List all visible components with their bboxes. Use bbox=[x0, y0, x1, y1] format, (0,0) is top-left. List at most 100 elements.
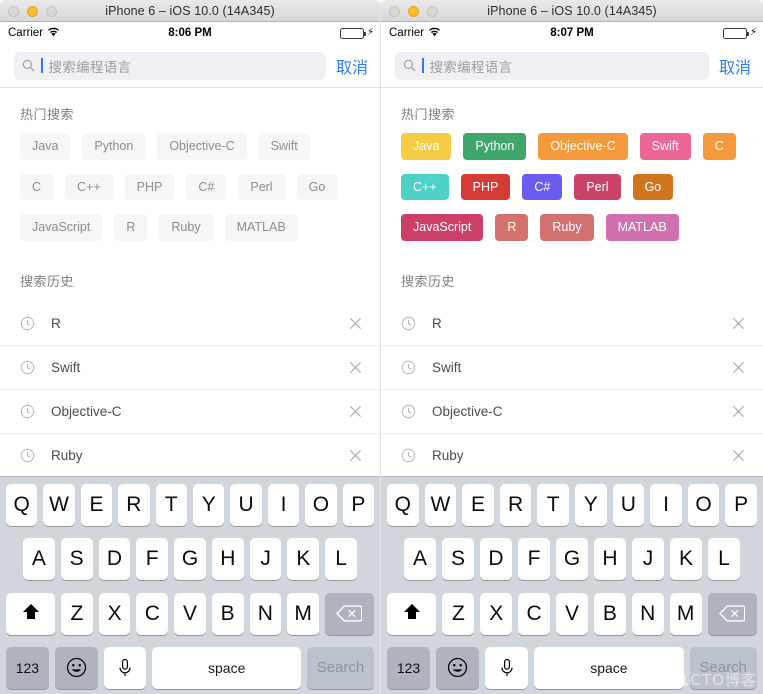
hot-tag[interactable]: JavaScript bbox=[20, 214, 103, 241]
key-M[interactable]: M bbox=[669, 592, 702, 635]
hot-tag[interactable]: Python bbox=[82, 133, 146, 160]
key-P[interactable]: P bbox=[725, 484, 757, 526]
key-B[interactable]: B bbox=[593, 592, 626, 635]
key-W[interactable]: W bbox=[43, 484, 75, 526]
hot-tag[interactable]: C# bbox=[522, 173, 563, 200]
key-X[interactable]: X bbox=[98, 592, 131, 635]
key-S[interactable]: S bbox=[60, 538, 93, 581]
key-G[interactable]: G bbox=[174, 538, 206, 581]
close-icon[interactable] bbox=[349, 405, 362, 418]
key-N[interactable]: N bbox=[631, 592, 664, 635]
cancel-button[interactable]: 取消 bbox=[336, 54, 368, 78]
space-key[interactable]: space bbox=[534, 646, 684, 689]
search-input[interactable]: 搜索编程语言 bbox=[395, 51, 709, 80]
hot-tag[interactable]: Java bbox=[401, 133, 452, 160]
hot-tag[interactable]: C bbox=[702, 133, 736, 160]
key-H[interactable]: H bbox=[211, 538, 244, 581]
key-H[interactable]: H bbox=[594, 538, 626, 581]
hot-tag[interactable]: C++ bbox=[401, 173, 449, 200]
key-Y[interactable]: Y bbox=[575, 484, 607, 526]
history-row[interactable]: R bbox=[381, 302, 763, 346]
hot-tag[interactable]: C# bbox=[186, 173, 227, 200]
backspace-icon[interactable] bbox=[324, 592, 375, 635]
key-Y[interactable]: Y bbox=[193, 484, 225, 526]
key-V[interactable]: V bbox=[174, 592, 206, 635]
hot-tag[interactable]: C++ bbox=[65, 173, 113, 200]
key-T[interactable]: T bbox=[537, 484, 569, 526]
key-W[interactable]: W bbox=[424, 484, 457, 526]
close-icon[interactable] bbox=[349, 317, 362, 330]
key-U[interactable]: U bbox=[230, 484, 262, 526]
key-M[interactable]: M bbox=[287, 592, 319, 635]
zoom-button[interactable] bbox=[427, 6, 438, 17]
hot-tag[interactable]: PHP bbox=[124, 173, 175, 200]
space-key[interactable]: space bbox=[152, 646, 301, 689]
microphone-icon[interactable] bbox=[485, 646, 529, 689]
history-row[interactable]: Ruby bbox=[381, 434, 763, 478]
hot-tag[interactable]: Perl bbox=[574, 173, 621, 200]
hot-tag[interactable]: Perl bbox=[238, 173, 285, 200]
hot-tag[interactable]: R bbox=[114, 214, 148, 241]
key-P[interactable]: P bbox=[342, 484, 375, 526]
key-E[interactable]: E bbox=[80, 484, 113, 526]
key-K[interactable]: K bbox=[670, 538, 702, 581]
shift-icon[interactable] bbox=[5, 592, 56, 635]
hot-tag[interactable]: MATLAB bbox=[224, 214, 298, 241]
close-icon[interactable] bbox=[732, 405, 745, 418]
close-icon[interactable] bbox=[732, 361, 745, 374]
hot-tag[interactable]: Objective-C bbox=[157, 133, 247, 160]
minimize-button[interactable] bbox=[27, 6, 38, 17]
search-key[interactable]: Search bbox=[306, 646, 375, 689]
zoom-button[interactable] bbox=[46, 6, 57, 17]
key-L[interactable]: L bbox=[325, 538, 358, 581]
history-row[interactable]: Swift bbox=[381, 346, 763, 390]
hot-tag[interactable]: R bbox=[495, 214, 529, 241]
hot-tag[interactable]: JavaScript bbox=[401, 214, 484, 241]
hot-tag[interactable]: Go bbox=[632, 173, 674, 200]
cancel-button[interactable]: 取消 bbox=[719, 54, 751, 78]
key-D[interactable]: D bbox=[98, 538, 131, 581]
minimize-button[interactable] bbox=[408, 6, 419, 17]
numbers-key[interactable]: 123 bbox=[5, 646, 49, 689]
hot-tag[interactable]: C bbox=[20, 173, 54, 200]
key-C[interactable]: C bbox=[136, 592, 169, 635]
key-T[interactable]: T bbox=[155, 484, 187, 526]
key-D[interactable]: D bbox=[480, 538, 512, 581]
close-button[interactable] bbox=[389, 6, 400, 17]
key-O[interactable]: O bbox=[687, 484, 720, 526]
emoji-icon[interactable] bbox=[436, 646, 480, 689]
close-button[interactable] bbox=[8, 6, 19, 17]
close-icon[interactable] bbox=[732, 317, 745, 330]
shift-icon[interactable] bbox=[387, 592, 437, 635]
key-C[interactable]: C bbox=[518, 592, 551, 635]
key-Z[interactable]: Z bbox=[61, 592, 93, 635]
history-row[interactable]: Swift bbox=[0, 346, 380, 390]
key-J[interactable]: J bbox=[249, 538, 282, 581]
hot-tag[interactable]: Go bbox=[296, 173, 338, 200]
hot-tag[interactable]: Java bbox=[20, 133, 71, 160]
history-row[interactable]: R bbox=[0, 302, 380, 346]
emoji-icon[interactable] bbox=[54, 646, 98, 689]
key-R[interactable]: R bbox=[118, 484, 150, 526]
hot-tag[interactable]: Objective-C bbox=[538, 133, 628, 160]
key-I[interactable]: I bbox=[267, 484, 300, 526]
key-A[interactable]: A bbox=[22, 538, 55, 581]
key-S[interactable]: S bbox=[442, 538, 474, 581]
key-B[interactable]: B bbox=[211, 592, 244, 635]
hot-tag[interactable]: Ruby bbox=[159, 214, 213, 241]
close-icon[interactable] bbox=[349, 361, 362, 374]
key-K[interactable]: K bbox=[287, 538, 320, 581]
hot-tag[interactable]: MATLAB bbox=[605, 214, 679, 241]
key-X[interactable]: X bbox=[480, 592, 513, 635]
close-icon[interactable] bbox=[349, 449, 362, 462]
key-V[interactable]: V bbox=[556, 592, 588, 635]
key-J[interactable]: J bbox=[632, 538, 664, 581]
history-row[interactable]: Objective-C bbox=[381, 390, 763, 434]
key-F[interactable]: F bbox=[518, 538, 550, 581]
microphone-icon[interactable] bbox=[103, 646, 147, 689]
ios-keyboard-right[interactable]: Q W E R T Y U I O P A S D F G H J K L Z X C V B N M 123 space Search bbox=[381, 476, 763, 694]
key-O[interactable]: O bbox=[305, 484, 337, 526]
key-G[interactable]: G bbox=[556, 538, 588, 581]
key-U[interactable]: U bbox=[612, 484, 645, 526]
backspace-icon[interactable] bbox=[707, 592, 757, 635]
